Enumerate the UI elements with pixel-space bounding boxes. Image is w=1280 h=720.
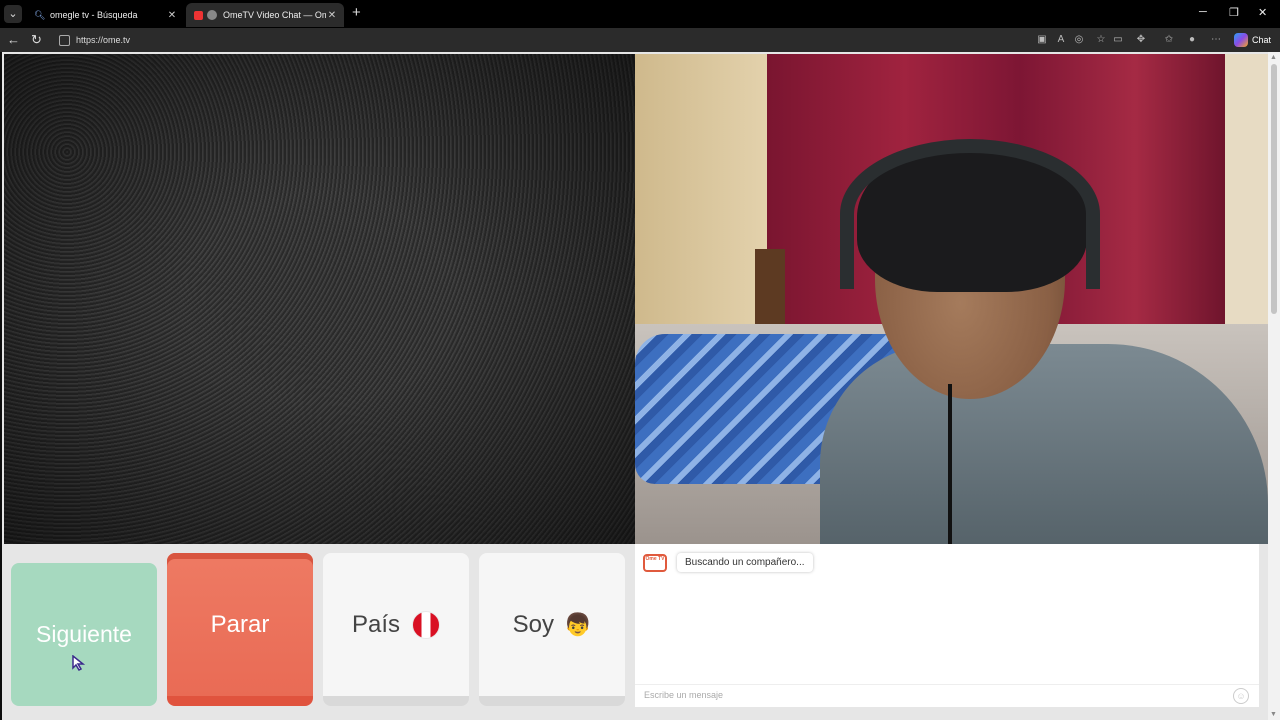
emoji-icon[interactable]: ☺ [1233, 688, 1249, 704]
close-tab-icon[interactable]: ✕ [166, 10, 178, 21]
app-available-icon[interactable]: ▣ [1036, 34, 1048, 46]
tab-ometv[interactable]: OmeTV Video Chat — Omegle ✕ [186, 3, 344, 27]
self-webcam-video [635, 54, 1268, 544]
page-scrollbar[interactable]: ▲ ▼ [1268, 52, 1280, 720]
headphone-cable [948, 384, 952, 544]
address-bar[interactable]: https://ome.tv [54, 31, 1134, 49]
stranger-video-static [4, 54, 635, 544]
next-button[interactable]: Siguiente [11, 563, 157, 706]
favorites-icon[interactable]: ✩ [1163, 34, 1175, 46]
site-info-icon[interactable] [59, 34, 70, 46]
country-button[interactable]: País [323, 553, 469, 706]
person-torso [820, 344, 1268, 544]
tab-search[interactable]: 🔍︎ omegle tv - Búsqueda ✕ [26, 3, 184, 27]
translate-icon[interactable]: A [1055, 34, 1067, 46]
message-placeholder: Escribe un mensaje [644, 690, 724, 700]
extensions-icon[interactable]: ✥ [1135, 34, 1147, 46]
copilot-label: Chat [1252, 35, 1272, 45]
globe-icon [207, 10, 217, 20]
scroll-down-icon[interactable]: ▼ [1270, 711, 1277, 718]
url-text: https://ome.tv [76, 35, 131, 45]
ometv-logo-icon: Ome TV [643, 554, 667, 572]
next-label: Siguiente [36, 621, 132, 647]
close-window-icon[interactable]: ✕ [1258, 6, 1267, 19]
new-tab-icon[interactable]: + [352, 4, 361, 22]
stop-label: Parar [210, 610, 270, 638]
chat-panel: Ome TV Buscando un compañero... [635, 544, 1259, 706]
tab-title: omegle tv - Búsqueda [50, 10, 138, 20]
tracking-icon[interactable]: ◎ [1073, 34, 1085, 46]
wall-left [635, 54, 775, 354]
camera-in-use-icon[interactable]: ▭ [1112, 34, 1124, 46]
refresh-icon[interactable]: ↻ [31, 32, 42, 48]
back-icon[interactable]: ← [7, 32, 20, 48]
scroll-up-icon[interactable]: ▲ [1270, 54, 1277, 61]
boy-emoji-icon: 👦 [563, 611, 592, 637]
profile-avatar-icon[interactable]: ● [1186, 34, 1198, 46]
mouse-cursor-icon [72, 655, 86, 671]
peru-flag-icon [412, 610, 441, 639]
scrollbar-thumb[interactable] [1271, 64, 1277, 314]
copilot-chat-button[interactable]: Chat [1234, 33, 1271, 47]
ometv-page: Siguiente Parar País Soy 👦 Ome TV Buscan… [2, 52, 1268, 720]
minimize-icon[interactable]: ─ [1199, 6, 1207, 18]
status-message: Buscando un compañero... [677, 553, 813, 572]
tab-bar: ⌄ 🔍︎ omegle tv - Búsqueda ✕ OmeTV Video … [0, 0, 1280, 28]
favorite-star-icon[interactable]: ☆ [1095, 34, 1107, 46]
stop-button[interactable]: Parar [167, 553, 313, 706]
browser-toolbar: ← ↻ https://ome.tv ▣ A ◎ ☆ ▭ ✥ ✩ ● ⋯ Cha… [0, 28, 1280, 52]
more-options-icon[interactable]: ⋯ [1210, 34, 1222, 46]
country-label: País [351, 610, 401, 638]
search-icon: 🔍︎ [34, 10, 46, 20]
restore-icon[interactable]: ❐ [1229, 6, 1239, 19]
tab-actions-menu-icon[interactable]: ⌄ [4, 5, 22, 23]
gender-label: Soy [512, 610, 554, 638]
tab-title: OmeTV Video Chat — Omegle [223, 10, 326, 20]
copilot-icon [1234, 33, 1248, 47]
recording-icon [194, 10, 203, 20]
close-tab-icon[interactable]: ✕ [326, 10, 338, 21]
gender-button[interactable]: Soy 👦 [479, 553, 625, 706]
message-input[interactable]: Escribe un mensaje ☺ [635, 684, 1259, 707]
headphones [840, 139, 1100, 289]
